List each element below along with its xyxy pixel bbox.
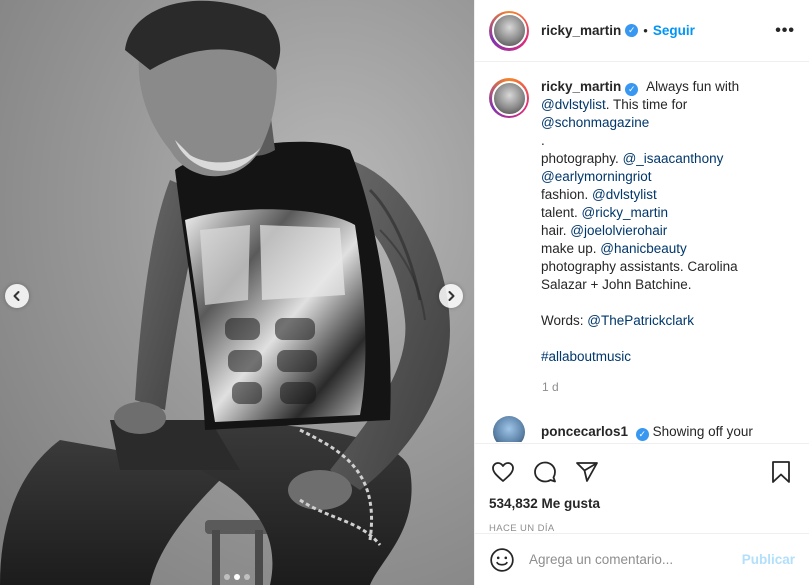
more-options-icon[interactable]: ••• xyxy=(775,22,795,40)
post-details-panel: ricky_martin ✓ • Seguir ••• ricky_martin… xyxy=(474,0,809,585)
carousel-dot xyxy=(224,574,230,580)
mention-link[interactable]: @dvlstylist xyxy=(592,187,657,202)
caption-line: hair. @joelolvierohair xyxy=(541,222,795,240)
like-button[interactable] xyxy=(489,458,517,486)
mention-link[interactable]: @joelolvierohair xyxy=(570,223,667,238)
mention-link[interactable]: @dvlstylist xyxy=(541,97,606,112)
caption-line: Salazar + John Batchine. xyxy=(541,276,795,294)
caption-text-segment: photography. xyxy=(541,151,623,166)
caption-line: @earlymorningriot xyxy=(541,168,795,186)
mention-link[interactable]: @_isaacanthony xyxy=(623,151,724,166)
carousel-dot xyxy=(234,574,240,580)
follow-button[interactable]: Seguir xyxy=(653,23,695,38)
post-actions: 534,832 Me gusta HACE UN DÍA Publicar xyxy=(475,443,809,585)
emoji-icon[interactable] xyxy=(489,547,515,573)
commenter-avatar[interactable] xyxy=(493,416,525,442)
comment-username[interactable]: poncecarlos1 xyxy=(541,424,628,439)
caption-text-segment: Salazar + John Batchine. xyxy=(541,277,692,292)
caption-line: @dvlstylist. This time for xyxy=(541,96,795,114)
comment-input[interactable] xyxy=(529,552,742,567)
caption-line: make up. @hanicbeauty xyxy=(541,240,795,258)
mention-link[interactable]: @ricky_martin xyxy=(582,205,668,220)
caption-text-segment: fashion. xyxy=(541,187,593,202)
save-button[interactable] xyxy=(767,458,795,486)
caption-line: #allaboutmusic xyxy=(541,348,795,366)
caption-line xyxy=(541,294,795,312)
post-photo[interactable] xyxy=(0,0,474,585)
caption-line: . xyxy=(541,132,795,150)
caption-line: talent. @ricky_martin xyxy=(541,204,795,222)
carousel-prev-button[interactable] xyxy=(5,284,29,308)
caption-line: photography assistants. Carolina xyxy=(541,258,795,276)
author-avatar[interactable] xyxy=(489,10,529,51)
comment-button[interactable] xyxy=(531,458,559,486)
caption-line: Always fun with xyxy=(646,79,739,94)
author-username[interactable]: ricky_martin xyxy=(541,23,621,38)
caption-text-segment: photography assistants. Carolina xyxy=(541,259,738,274)
caption-author-avatar[interactable] xyxy=(489,78,529,118)
mention-link[interactable]: @schonmagazine xyxy=(541,115,649,130)
comment-item: poncecarlos1 ✓ Showing off your xyxy=(489,416,795,442)
mention-link[interactable]: @earlymorningriot xyxy=(541,169,652,184)
comment-text: Showing off your xyxy=(652,423,753,439)
heart-icon xyxy=(492,462,514,482)
comments-list[interactable]: ricky_martin ✓ Always fun with @dvlstylist… xyxy=(475,78,809,442)
like-count[interactable]: 534,832 Me gusta xyxy=(489,496,795,511)
caption-text-segment: talent. xyxy=(541,205,582,220)
caption-line: Words: @ThePatrickclark xyxy=(541,312,795,330)
carousel-indicator xyxy=(224,574,250,580)
caption-line xyxy=(541,330,795,348)
caption-text: ricky_martin ✓ Always fun with @dvlstylist… xyxy=(541,78,795,366)
post-header: ricky_martin ✓ • Seguir ••• xyxy=(475,0,809,62)
publish-button[interactable]: Publicar xyxy=(742,552,795,567)
caption-username[interactable]: ricky_martin xyxy=(541,79,621,94)
carousel-dot xyxy=(244,574,250,580)
carousel-next-button[interactable] xyxy=(439,284,463,308)
verified-badge-icon: ✓ xyxy=(625,24,639,37)
caption-text-segment: . This time for xyxy=(605,97,688,112)
caption-timestamp[interactable]: 1 d xyxy=(542,380,795,394)
verified-badge-icon: ✓ xyxy=(635,427,649,441)
comment-bubble-icon xyxy=(534,461,556,483)
bookmark-icon xyxy=(772,461,790,483)
header-separator: • xyxy=(643,23,648,38)
caption-line: fashion. @dvlstylist xyxy=(541,186,795,204)
caption-text-segment: hair. xyxy=(541,223,571,238)
share-button[interactable] xyxy=(573,458,601,486)
verified-badge-icon: ✓ xyxy=(625,83,639,96)
add-comment-bar: Publicar xyxy=(475,533,809,585)
caption-line: photography. @_isaacanthony xyxy=(541,150,795,168)
mention-link[interactable]: @hanicbeauty xyxy=(600,241,687,256)
caption-line: @schonmagazine xyxy=(541,114,795,132)
caption-text-segment: Always fun with xyxy=(646,79,740,94)
photo-image xyxy=(0,0,450,585)
caption: ricky_martin ✓ Always fun with @dvlstylist… xyxy=(489,78,795,366)
mention-link[interactable]: @ThePatrickclark xyxy=(587,313,694,328)
chevron-right-icon xyxy=(448,291,455,301)
caption-text-segment: . xyxy=(541,133,545,148)
chevron-left-icon xyxy=(13,291,20,301)
hashtag-link[interactable]: #allaboutmusic xyxy=(541,349,631,364)
caption-text-segment: Words: xyxy=(541,313,588,328)
caption-text-segment: make up. xyxy=(541,241,601,256)
paper-plane-icon xyxy=(576,462,598,482)
